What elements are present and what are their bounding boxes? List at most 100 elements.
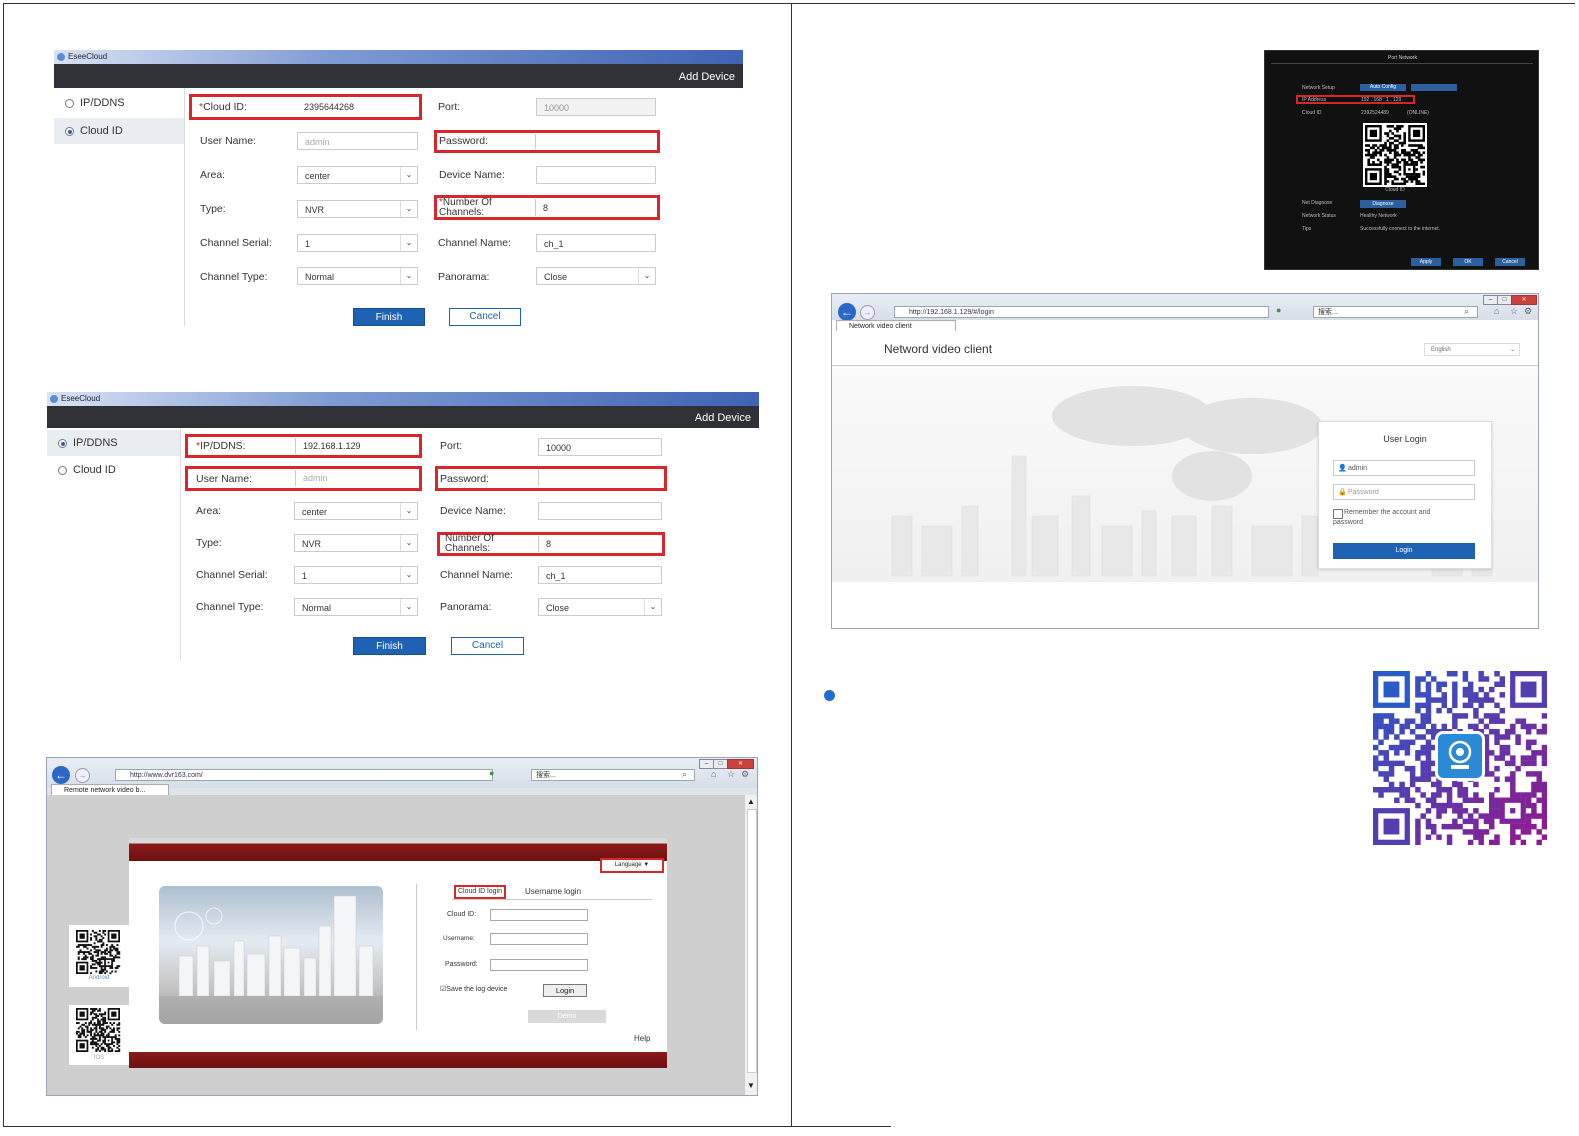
scroll-up-icon[interactable]: ▲ <box>747 797 755 806</box>
radio-cloud-id[interactable] <box>58 466 67 475</box>
forward-button[interactable]: → <box>860 305 875 320</box>
radio-ip-ddns[interactable] <box>65 99 74 108</box>
ie-compat-icon[interactable]: ● <box>1276 305 1281 315</box>
nvr-ok-button[interactable]: OK <box>1453 258 1483 266</box>
language-select[interactable]: English ⌄ <box>1424 343 1520 356</box>
back-button[interactable]: ← <box>838 303 856 321</box>
radio-ip-ddns[interactable] <box>58 439 67 448</box>
maximize-button[interactable]: □ <box>1497 295 1512 305</box>
channel-type-select[interactable]: Normal ⌄ <box>294 598 418 616</box>
qr-module <box>1467 818 1474 825</box>
device-name-field[interactable] <box>536 166 656 184</box>
user-name-field[interactable]: admin <box>297 132 418 150</box>
password-input[interactable]: 🔒 Password <box>1333 484 1475 500</box>
password-field[interactable] <box>538 470 662 486</box>
nvr-cancel-button[interactable]: Cancel <box>1495 258 1525 266</box>
scroll-down-icon[interactable]: ▼ <box>747 1081 755 1090</box>
type-select[interactable]: NVR ⌄ <box>294 534 418 552</box>
search-box[interactable]: 搜索... <box>531 769 695 781</box>
user-name-field[interactable]: admin <box>295 470 417 486</box>
browser-tab[interactable]: Network video client <box>836 320 956 331</box>
qr-module <box>90 1022 93 1025</box>
channel-type-select[interactable]: Normal ⌄ <box>297 267 418 285</box>
qr-module <box>93 1043 96 1046</box>
qr-module <box>1504 729 1511 735</box>
scroll-thumb[interactable] <box>747 809 757 1073</box>
help-link[interactable]: Help <box>634 1034 650 1043</box>
save-device-checkbox[interactable]: ☑Save the log device <box>440 985 507 993</box>
nvr-apply-button[interactable]: Apply <box>1411 258 1441 266</box>
browser-tab[interactable]: Remote network video b... <box>51 784 169 795</box>
gear-icon[interactable]: ⚙ <box>1524 306 1532 317</box>
channel-name-field[interactable]: ch_1 <box>538 566 662 584</box>
radio-cloud-id[interactable] <box>65 127 74 136</box>
search-box[interactable]: 搜索... <box>1313 306 1478 318</box>
nvr-ip-value[interactable]: 192 . 168 . 1 . 129 <box>1361 97 1401 103</box>
password-field[interactable] <box>535 134 655 149</box>
login-button[interactable]: Login <box>1333 543 1475 559</box>
tab-username-login[interactable]: Username login <box>525 887 581 896</box>
channels-field[interactable]: 8 <box>535 199 655 216</box>
panorama-select[interactable]: Close ⌄ <box>538 598 662 616</box>
nvr-diagnose-button[interactable]: Diagnose <box>1360 200 1406 208</box>
cancel-button[interactable]: Cancel <box>449 308 521 326</box>
star-icon[interactable]: ☆ <box>1510 306 1518 317</box>
tab-cloud-id-login[interactable]: Cloud ID login <box>454 885 506 899</box>
forward-button[interactable]: → <box>75 768 90 783</box>
qr-module <box>1452 692 1458 698</box>
channel-serial-select[interactable]: 1 ⌄ <box>297 234 418 252</box>
close-window-button[interactable]: ✕ <box>1511 295 1537 305</box>
scrollbar[interactable]: ▲ ▼ <box>744 795 757 1095</box>
gear-icon[interactable]: ⚙ <box>741 769 749 780</box>
home-icon[interactable]: ⌂ <box>1494 306 1499 316</box>
qr-module <box>1531 792 1537 798</box>
port-field[interactable]: 10000 <box>538 438 662 456</box>
login-button[interactable]: Login <box>543 984 587 997</box>
port-field[interactable]: 10000 <box>536 98 656 116</box>
close-window-button[interactable]: ✕ <box>727 759 754 769</box>
nvr-network-setup-button[interactable]: Auto Config <box>1360 84 1406 91</box>
channel-name-field[interactable]: ch_1 <box>536 234 656 252</box>
type-select[interactable]: NVR ⌄ <box>297 200 418 218</box>
search-icon[interactable]: ⌕ <box>682 769 687 780</box>
star-icon[interactable]: ☆ <box>727 769 735 780</box>
device-name-field[interactable] <box>538 502 662 520</box>
minimize-button[interactable]: – <box>699 759 714 769</box>
demo-button[interactable]: Demo <box>528 1010 606 1023</box>
channel-serial-select[interactable]: 1 ⌄ <box>294 566 418 584</box>
qr-module <box>1396 158 1399 162</box>
language-selector[interactable]: Language ▼ <box>600 858 664 873</box>
search-icon[interactable]: ⌕ <box>1464 306 1469 317</box>
address-bar[interactable]: http://www.dvr163.com/ <box>115 769 493 781</box>
app-download-qr[interactable] <box>1373 671 1548 846</box>
mode-ip-ddns[interactable]: IP/DDNS <box>47 430 180 456</box>
area-select[interactable]: center ⌄ <box>297 166 418 184</box>
nvr-extra-button[interactable] <box>1411 84 1457 91</box>
cancel-button[interactable]: Cancel <box>451 637 524 655</box>
panorama-select[interactable]: Close ⌄ <box>536 267 656 285</box>
back-button[interactable]: ← <box>52 766 70 784</box>
qr-module <box>1404 744 1411 751</box>
username-input[interactable]: 👤 admin <box>1333 460 1475 476</box>
home-icon[interactable]: ⌂ <box>711 769 716 779</box>
minimize-button[interactable]: – <box>1483 295 1498 305</box>
area-select[interactable]: center ⌄ <box>294 502 418 520</box>
maximize-button[interactable]: □ <box>713 759 728 769</box>
address-bar[interactable]: http://192.168.1.129/#/login <box>894 306 1269 318</box>
ie-compat-icon[interactable]: ● <box>489 768 494 778</box>
qr-module <box>1536 750 1542 756</box>
mode-ip-ddns[interactable]: IP/DDNS <box>54 90 184 116</box>
finish-button[interactable]: Finish <box>353 637 426 655</box>
ip-ddns-field[interactable]: 192.168.1.129 <box>295 438 417 454</box>
qr-module <box>1425 707 1432 714</box>
mode-cloud-id[interactable]: Cloud ID <box>54 118 184 144</box>
qr-module <box>1365 144 1368 147</box>
mode-cloud-id[interactable]: Cloud ID <box>47 457 180 483</box>
password-input[interactable] <box>490 959 588 971</box>
username-input[interactable] <box>490 933 588 945</box>
finish-button[interactable]: Finish <box>353 308 425 326</box>
cloud-id-input[interactable] <box>490 909 588 921</box>
cloud-id-field[interactable]: 2395644268 <box>297 98 417 116</box>
qr-module <box>100 1034 103 1037</box>
channels-field[interactable]: 8 <box>538 536 662 552</box>
